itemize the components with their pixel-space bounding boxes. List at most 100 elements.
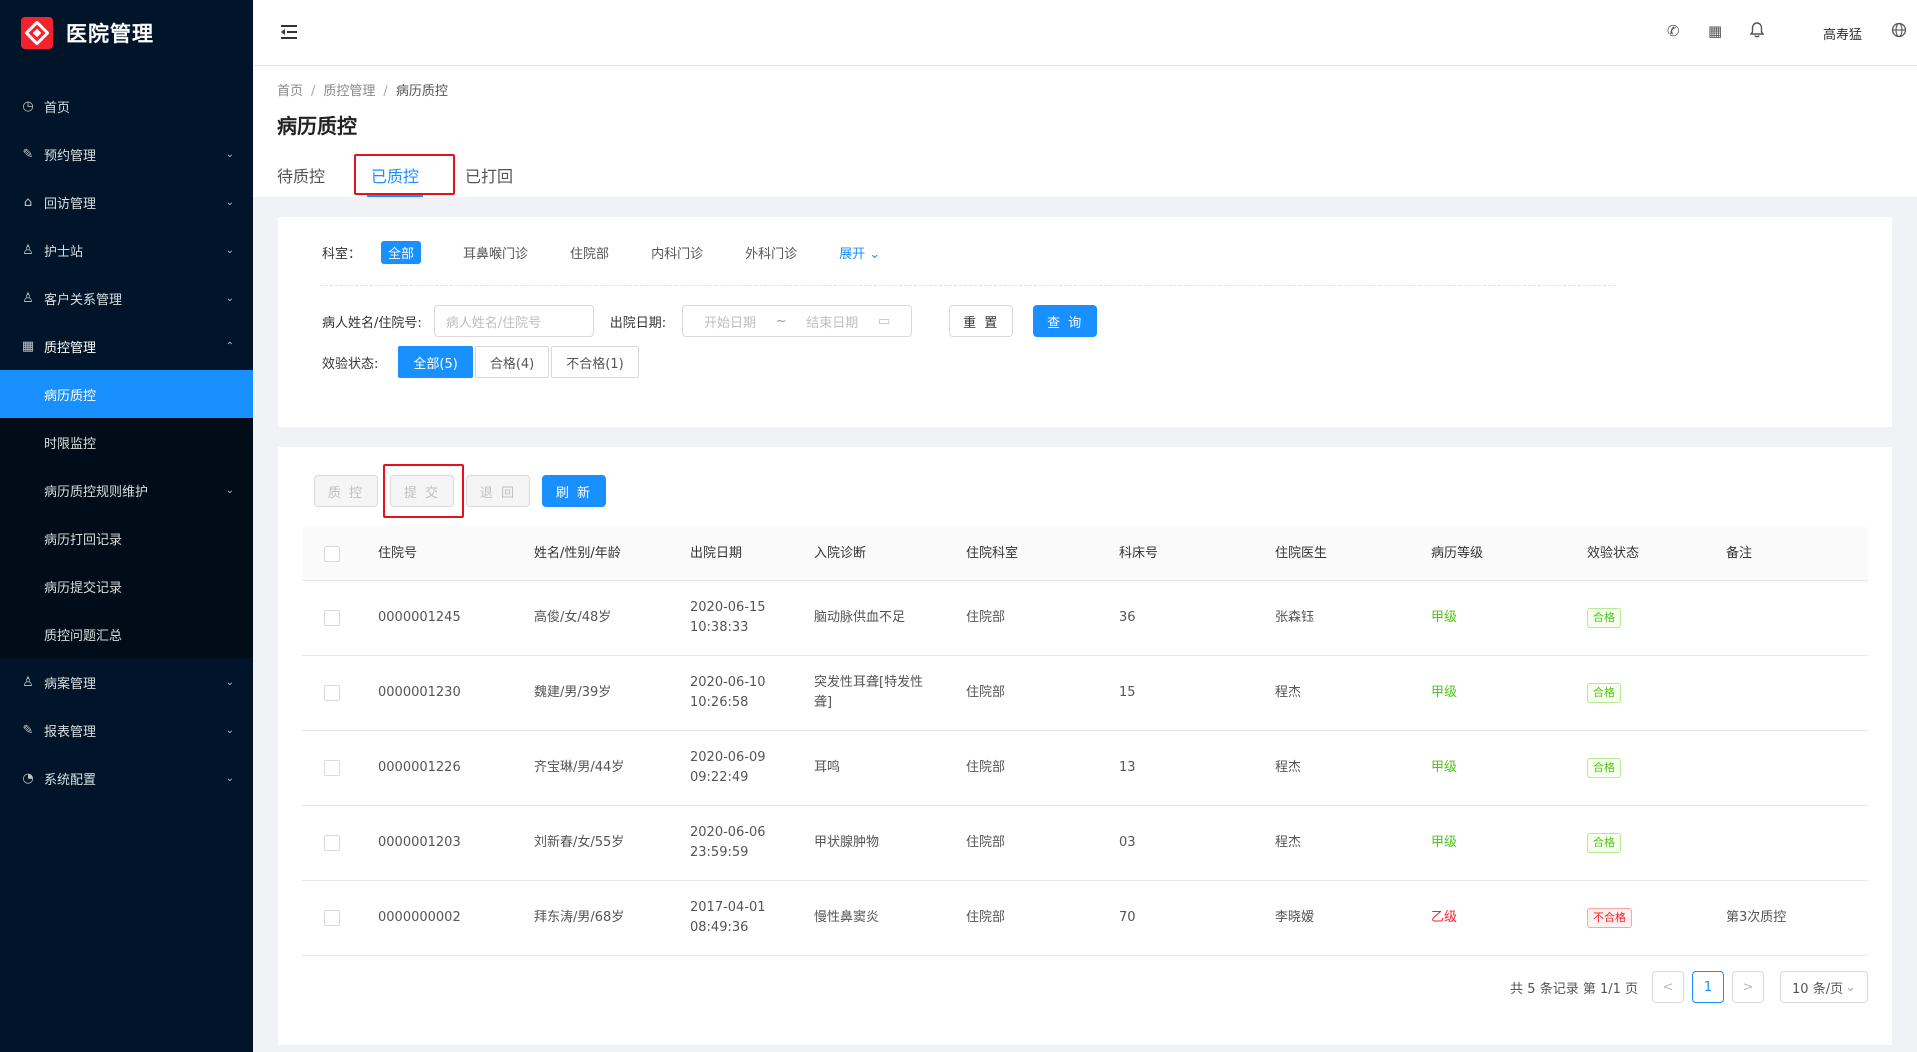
top-header: ✆ ▦ 高寿猛 [253, 0, 1917, 66]
row-checkbox[interactable] [324, 610, 340, 626]
menu-fold-icon[interactable] [279, 22, 299, 42]
edit-icon: ✎ [22, 146, 34, 162]
col-status: 效验状态 [1587, 545, 1640, 561]
row-checkbox[interactable] [324, 685, 340, 701]
dept-inpatient[interactable]: 住院部 [570, 243, 609, 262]
submit-button[interactable]: 提 交 [390, 475, 454, 507]
chevron-down-icon: ⌄ [225, 148, 234, 160]
sidebar-subitem-rules[interactable]: 病历质控规则维护 ⌄ [0, 466, 253, 514]
query-button[interactable]: 查 询 [1033, 305, 1098, 337]
app-title: 医院管理 [66, 22, 154, 46]
dashboard-icon: ◷ [22, 98, 34, 114]
page-title: 病历质控 [277, 114, 357, 138]
sidebar-item-qc[interactable]: ▦ 质控管理 ⌃ [0, 322, 253, 370]
qc-button[interactable]: 质 控 [314, 475, 378, 507]
page-1-button[interactable]: 1 [1692, 971, 1725, 1003]
reset-button[interactable]: 重 置 [949, 305, 1014, 337]
status-badge: 合格 [1587, 758, 1621, 778]
row-checkbox[interactable] [324, 910, 340, 926]
select-all-checkbox[interactable] [324, 545, 340, 562]
records-table: 住院号 姓名/性别/年龄 出院日期 入院诊断 住院科室 科床号 住院医生 病历等… [302, 527, 1868, 956]
expand-link[interactable]: 展开 ⌄ [839, 243, 880, 262]
sidebar-item-reports[interactable]: ✎ 报表管理 ⌄ [0, 706, 253, 754]
globe-icon[interactable] [1891, 22, 1907, 42]
table-icon: ▦ [21, 338, 35, 354]
col-doctor: 住院医生 [1275, 545, 1328, 561]
dept-surgery[interactable]: 外科门诊 [745, 243, 797, 262]
sidebar-subitem-submit-records[interactable]: 病历提交记录 [0, 562, 253, 610]
status-badge: 合格 [1587, 833, 1621, 853]
status-all[interactable]: 全部(5) [398, 346, 473, 378]
breadcrumb-home[interactable]: 首页 [277, 84, 303, 99]
page-size-select[interactable]: 10 条/页 ⌄ [1780, 971, 1868, 1003]
sidebar-item-records[interactable]: ♙ 病案管理 ⌄ [0, 658, 253, 706]
table-row[interactable]: 0000000002 拜东涛/男/68岁 2017-04-01 08:49:36 … [302, 881, 1868, 956]
sidebar: 医院管理 ◷ 首页 ✎ 预约管理 ⌄ ⌂ 回访管理 ⌄ ♙ 护士站 ⌄ ♙ 客户关系管理 ⌄ ▦ 质… [0, 0, 253, 1052]
dept-label: 科室： [322, 247, 362, 262]
sidebar-item-nurse[interactable]: ♙ 护士站 ⌄ [0, 226, 253, 274]
chevron-down-icon: ⌄ [225, 292, 234, 304]
refresh-button[interactable]: 刷 新 [542, 475, 606, 507]
prev-page-button[interactable]: < [1652, 971, 1685, 1003]
sidebar-item-settings[interactable]: ◔ 系统配置 ⌄ [0, 754, 253, 802]
col-grade: 病历等级 [1431, 545, 1484, 561]
sidebar-item-home[interactable]: ◷ 首页 [0, 82, 253, 130]
table-panel: 质 控 提 交 退 回 刷 新 住院号 姓名/性别/年龄 出院日期 入院诊断 住… [278, 447, 1892, 1045]
end-date[interactable]: 结束日期 [806, 312, 858, 331]
col-date: 出院日期 [690, 545, 743, 561]
table-row[interactable]: 0000001245 高俊/女/48岁 2020-06-15 10:38:33 脑… [302, 581, 1868, 656]
table-row[interactable]: 0000001226 齐宝琳/男/44岁 2020-06-09 09:22:49 … [302, 731, 1868, 806]
divider [320, 285, 1616, 286]
chevron-down-icon: ⌄ [225, 772, 234, 784]
calendar-icon: ▭ [878, 313, 891, 329]
phone-icon[interactable]: ✆ [1667, 22, 1680, 40]
status-label: 效验状态: [322, 356, 379, 372]
user-name[interactable]: 高寿猛 [1823, 24, 1862, 43]
patient-search-input[interactable]: 病人姓名/住院号 [433, 305, 594, 337]
breadcrumb-qc[interactable]: 质控管理 [323, 84, 375, 99]
name-label: 病人姓名/住院号: [322, 315, 422, 331]
chevron-up-icon: ⌃ [225, 340, 234, 352]
status-fail[interactable]: 不合格(1) [551, 346, 639, 378]
table-header: 住院号 姓名/性别/年龄 出院日期 入院诊断 住院科室 科床号 住院医生 病历等… [302, 527, 1868, 581]
tab-pending[interactable]: 待质控 [277, 158, 325, 196]
dept-ent[interactable]: 耳鼻喉门诊 [463, 243, 528, 262]
tab-done[interactable]: 已质控 [367, 158, 424, 197]
date-range-picker[interactable]: 开始日期 ~ 结束日期 ▭ [682, 305, 913, 337]
sidebar-item-crm[interactable]: ♙ 客户关系管理 ⌄ [0, 274, 253, 322]
sidebar-item-followup[interactable]: ⌂ 回访管理 ⌄ [0, 178, 253, 226]
gauge-icon: ◔ [22, 770, 34, 786]
page-header: 首页 / 质控管理 / 病历质控 病历质控 待质控 已质控 已打回 [253, 66, 1917, 197]
col-person: 姓名/性别/年龄 [534, 545, 621, 561]
bell-icon[interactable] [1749, 22, 1765, 42]
chevron-down-icon: ⌄ [225, 724, 234, 736]
sidebar-subitem-return-records[interactable]: 病历打回记录 [0, 514, 253, 562]
dept-internal[interactable]: 内科门诊 [651, 243, 703, 262]
table-row[interactable]: 0000001230 魏建/男/39岁 2020-06-10 10:26:58 突… [302, 656, 1868, 731]
date-label: 出院日期: [609, 315, 667, 331]
tab-returned[interactable]: 已打回 [465, 158, 513, 196]
chevron-down-icon: ⌄ [225, 676, 234, 688]
table-row[interactable]: 0000001203 刘新春/女/55岁 2020-06-06 23:59:59 … [302, 806, 1868, 881]
sidebar-subitem-issue-summary[interactable]: 质控问题汇总 [0, 610, 253, 658]
status-pass[interactable]: 合格(4) [474, 346, 550, 378]
logo-icon [21, 17, 53, 49]
sidebar-menu: ◷ 首页 ✎ 预约管理 ⌄ ⌂ 回访管理 ⌄ ♙ 护士站 ⌄ ♙ 客户关系管理 ⌄ ▦ 质控管理 ⌃ … [0, 66, 253, 802]
sidebar-subitem-time-limit[interactable]: 时限监控 [0, 418, 253, 466]
next-page-button[interactable]: > [1732, 971, 1765, 1003]
chevron-down-icon: ⌄ [225, 484, 234, 496]
row-checkbox[interactable] [324, 760, 340, 776]
status-badge: 合格 [1587, 683, 1621, 703]
pagination: 共 5 条记录 第 1/1 页 < 1 > 10 条/页 ⌄ [1510, 971, 1868, 1003]
sidebar-item-appointment[interactable]: ✎ 预约管理 ⌄ [0, 130, 253, 178]
grade-badge: 甲级 [1431, 760, 1458, 775]
row-checkbox[interactable] [324, 835, 340, 851]
grade-badge: 甲级 [1431, 610, 1458, 625]
return-button[interactable]: 退 回 [466, 475, 530, 507]
sidebar-subitem-record-qc[interactable]: 病历质控 [0, 370, 253, 418]
apps-icon[interactable]: ▦ [1708, 22, 1722, 40]
start-date[interactable]: 开始日期 [704, 312, 756, 331]
lock-icon: ⌂ [23, 194, 33, 210]
user-icon: ♙ [22, 242, 34, 258]
dept-all[interactable]: 全部 [381, 241, 422, 264]
